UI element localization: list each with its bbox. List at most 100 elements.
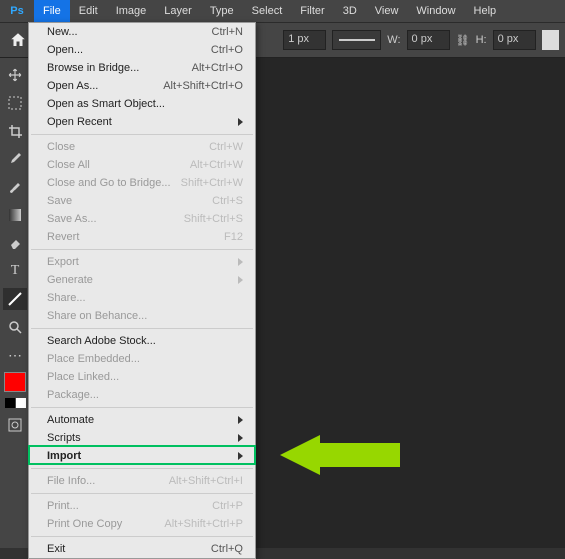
- menu-item-share-on-behance: Share on Behance...: [29, 307, 255, 325]
- gradient-tool[interactable]: [3, 204, 27, 226]
- menu-3d[interactable]: 3D: [334, 0, 366, 22]
- more-tools[interactable]: ⋯: [3, 344, 27, 366]
- menu-item-shortcut: Ctrl+N: [212, 26, 243, 38]
- menu-item-place-linked: Place Linked...: [29, 368, 255, 386]
- menu-item-label: Open as Smart Object...: [47, 98, 165, 110]
- menu-item-close-all: Close All Alt+Ctrl+W: [29, 156, 255, 174]
- menu-item-shortcut: Alt+Ctrl+W: [190, 159, 243, 171]
- menu-item-label: Share on Behance...: [47, 310, 147, 322]
- menu-item-label: Close and Go to Bridge...: [47, 177, 171, 189]
- menu-item-open-as-smart-object[interactable]: Open as Smart Object...: [29, 95, 255, 113]
- menu-item-label: Open Recent: [47, 116, 112, 128]
- type-tool[interactable]: T: [3, 260, 27, 282]
- menu-item-label: Revert: [47, 231, 79, 243]
- menu-item-shortcut: Ctrl+O: [211, 44, 243, 56]
- brush-tool[interactable]: [3, 176, 27, 198]
- menu-item-import[interactable]: Import: [29, 447, 255, 465]
- eyedropper-tool[interactable]: [3, 148, 27, 170]
- menu-edit[interactable]: Edit: [70, 0, 107, 22]
- stroke-width-field[interactable]: 1 px: [283, 30, 326, 50]
- menu-item-label: Browse in Bridge...: [47, 62, 139, 74]
- menu-help[interactable]: Help: [465, 0, 506, 22]
- menu-item-new[interactable]: New... Ctrl+N: [29, 23, 255, 41]
- move-tool[interactable]: [3, 64, 27, 86]
- menu-window[interactable]: Window: [407, 0, 464, 22]
- menu-item-shortcut: Ctrl+P: [212, 500, 243, 512]
- marquee-tool[interactable]: [3, 92, 27, 114]
- height-field[interactable]: 0 px: [493, 30, 536, 50]
- menu-item-shortcut: Alt+Shift+Ctrl+P: [164, 518, 243, 530]
- menu-item-label: Export: [47, 256, 79, 268]
- menu-image[interactable]: Image: [107, 0, 156, 22]
- menu-item-label: Save As...: [47, 213, 97, 225]
- menu-item-exit[interactable]: Exit Ctrl+Q: [29, 540, 255, 558]
- menu-item-shortcut: Shift+Ctrl+S: [184, 213, 243, 225]
- menu-item-close: Close Ctrl+W: [29, 138, 255, 156]
- menu-item-save: SaveCtrl+S: [29, 192, 255, 210]
- menu-item-generate: Generate: [29, 271, 255, 289]
- menu-item-label: Print One Copy: [47, 518, 122, 530]
- menu-item-shortcut: Alt+Shift+Ctrl+O: [163, 80, 243, 92]
- menu-item-open[interactable]: Open... Ctrl+O: [29, 41, 255, 59]
- menu-item-label: Exit: [47, 543, 65, 555]
- stroke-style-dropdown[interactable]: [332, 30, 381, 50]
- menu-item-share: Share...: [29, 289, 255, 307]
- menu-item-export: Export: [29, 253, 255, 271]
- submenu-caret-icon: [238, 118, 243, 126]
- menu-item-label: New...: [47, 26, 78, 38]
- menu-layer[interactable]: Layer: [155, 0, 201, 22]
- menu-item-shortcut: Ctrl+Q: [211, 543, 243, 555]
- menu-select[interactable]: Select: [243, 0, 292, 22]
- foreground-color[interactable]: [4, 372, 26, 392]
- zoom-tool[interactable]: [3, 316, 27, 338]
- app-logo: Ps: [0, 0, 34, 22]
- menu-item-browse-in-bridge[interactable]: Browse in Bridge...Alt+Ctrl+O: [29, 59, 255, 77]
- menu-item-label: Search Adobe Stock...: [47, 335, 156, 347]
- menu-item-label: Close All: [47, 159, 90, 171]
- quick-mask-toggle[interactable]: [3, 414, 27, 436]
- menu-item-save-as: Save As... Shift+Ctrl+S: [29, 210, 255, 228]
- menu-item-scripts[interactable]: Scripts: [29, 429, 255, 447]
- menu-item-search-adobe-stock[interactable]: Search Adobe Stock...: [29, 332, 255, 350]
- menu-item-label: Share...: [47, 292, 86, 304]
- menubar: Ps FileEditImageLayerTypeSelectFilter3DV…: [0, 0, 565, 22]
- menu-item-label: Close: [47, 141, 75, 153]
- menu-item-label: File Info...: [47, 475, 95, 487]
- menu-item-shortcut: F12: [224, 231, 243, 243]
- menu-type[interactable]: Type: [201, 0, 243, 22]
- menu-item-label: Open As...: [47, 80, 98, 92]
- menu-item-place-embedded: Place Embedded...: [29, 350, 255, 368]
- menu-item-label: Package...: [47, 389, 99, 401]
- submenu-caret-icon: [238, 258, 243, 266]
- line-tool[interactable]: [3, 288, 27, 310]
- color-swatch[interactable]: [542, 30, 559, 50]
- menu-file[interactable]: File: [34, 0, 70, 22]
- width-field[interactable]: 0 px: [407, 30, 450, 50]
- default-colors[interactable]: [5, 398, 26, 408]
- link-dimensions-icon[interactable]: ⛓: [456, 34, 470, 47]
- menu-item-automate[interactable]: Automate: [29, 411, 255, 429]
- menu-item-revert: Revert F12: [29, 228, 255, 246]
- menu-item-shortcut: Alt+Shift+Ctrl+I: [169, 475, 243, 487]
- menu-item-label: Open...: [47, 44, 83, 56]
- submenu-caret-icon: [238, 416, 243, 424]
- submenu-caret-icon: [238, 452, 243, 460]
- submenu-caret-icon: [238, 434, 243, 442]
- menu-item-label: Automate: [47, 414, 94, 426]
- menu-item-print: Print... Ctrl+P: [29, 497, 255, 515]
- menu-item-shortcut: Ctrl+S: [212, 195, 243, 207]
- menu-item-open-recent[interactable]: Open Recent: [29, 113, 255, 131]
- menu-item-label: Print...: [47, 500, 79, 512]
- menu-item-label: Generate: [47, 274, 93, 286]
- crop-tool[interactable]: [3, 120, 27, 142]
- menu-item-file-info: File Info... Alt+Shift+Ctrl+I: [29, 472, 255, 490]
- menu-view[interactable]: View: [366, 0, 408, 22]
- menu-item-package: Package...: [29, 386, 255, 404]
- menu-item-shortcut: Ctrl+W: [209, 141, 243, 153]
- menu-item-open-as[interactable]: Open As... Alt+Shift+Ctrl+O: [29, 77, 255, 95]
- w-label: W:: [387, 34, 400, 46]
- h-label: H:: [476, 34, 487, 46]
- menu-filter[interactable]: Filter: [291, 0, 333, 22]
- home-button[interactable]: [6, 26, 30, 54]
- eraser-tool[interactable]: [3, 232, 27, 254]
